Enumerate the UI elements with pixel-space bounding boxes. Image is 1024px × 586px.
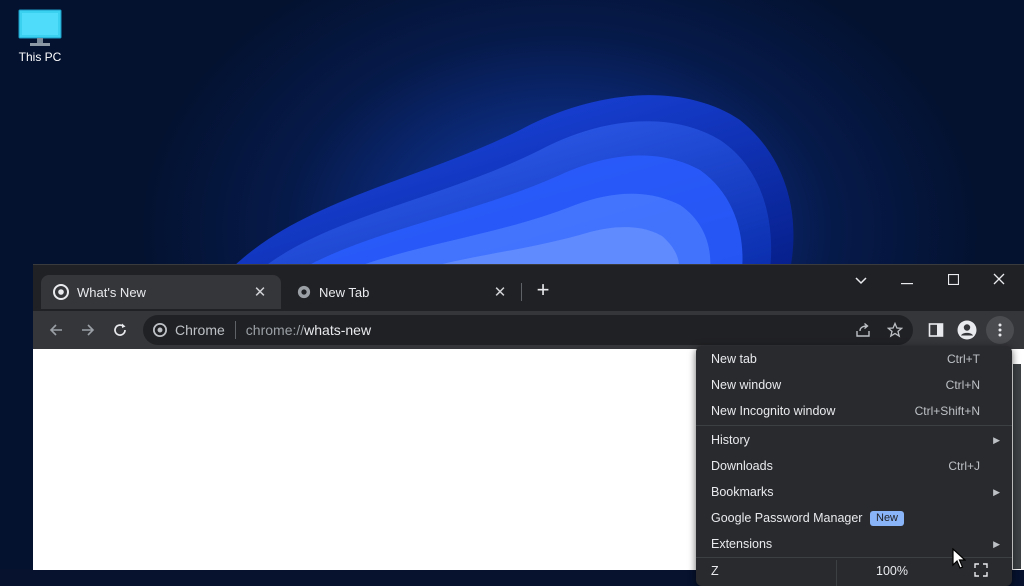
avatar-icon <box>957 320 977 340</box>
menu-item-bookmarks[interactable]: Bookmarks ▶ <box>696 479 1012 505</box>
menu-item-shortcut: Ctrl+J <box>948 459 980 473</box>
kebab-menu-icon <box>998 323 1002 337</box>
chevron-down-icon <box>855 277 867 285</box>
back-button[interactable] <box>42 316 70 344</box>
chevron-right-icon: ▶ <box>993 539 1000 549</box>
menu-item-shortcut: Ctrl+T <box>947 352 980 366</box>
share-icon[interactable] <box>853 320 873 340</box>
zoom-label: Z <box>711 564 719 578</box>
tab-label: What's New <box>77 284 146 300</box>
chrome-logo-icon <box>153 323 167 337</box>
page-scrollbar[interactable] <box>1013 364 1021 569</box>
forward-button[interactable] <box>74 316 102 344</box>
menu-item-label: History <box>711 433 750 447</box>
menu-item-label: New Incognito window <box>711 404 836 418</box>
menu-separator <box>696 425 1012 426</box>
reload-icon <box>114 323 126 336</box>
menu-item-label: Extensions <box>711 537 773 551</box>
minimize-icon <box>901 283 913 285</box>
site-info-chip[interactable]: Chrome <box>143 322 225 338</box>
menu-item-shortcut: Ctrl+N <box>945 378 980 392</box>
chevron-right-icon: ▶ <box>993 435 1000 445</box>
tab-label: New Tab <box>319 284 370 300</box>
side-panel-icon <box>928 323 944 337</box>
zoom-value: 100% <box>876 564 908 578</box>
chrome-logo-icon <box>53 284 69 300</box>
tab-strip: What's New ✕ New Tab ✕ + <box>33 265 1024 311</box>
omnibox-divider <box>234 321 236 339</box>
menu-item-downloads[interactable]: Downloads Ctrl+J <box>696 453 1012 479</box>
side-panel-button[interactable] <box>922 316 950 344</box>
arrow-left-icon <box>49 324 62 336</box>
fullscreen-icon <box>974 563 988 577</box>
menu-item-label: Bookmarks <box>711 485 774 499</box>
mouse-cursor-icon <box>952 548 966 569</box>
fullscreen-button[interactable] <box>974 563 988 580</box>
new-badge: New <box>870 511 905 526</box>
menu-item-label: Google Password Manager <box>711 511 863 525</box>
this-pc-desktop-icon[interactable]: This PC <box>12 8 68 64</box>
chrome-menu-button[interactable] <box>986 316 1014 344</box>
menu-item-label: Downloads <box>711 459 773 473</box>
url-host: whats-new <box>304 322 372 338</box>
close-window-button[interactable] <box>976 265 1022 295</box>
zoom-divider <box>836 560 837 586</box>
tab-search-button[interactable] <box>838 265 884 295</box>
site-label: Chrome <box>175 322 225 338</box>
menu-item-history[interactable]: History ▶ <box>696 427 1012 453</box>
menu-item-google-password-manager[interactable]: Google Password Manager New <box>696 505 1012 531</box>
menu-item-new-window[interactable]: New window Ctrl+N <box>696 372 1012 398</box>
menu-item-label: New window <box>711 378 782 392</box>
menu-item-new-incognito-window[interactable]: New Incognito window Ctrl+Shift+N <box>696 398 1012 424</box>
maximize-icon <box>947 273 959 286</box>
new-tab-button[interactable]: + <box>531 279 555 303</box>
close-tab-icon[interactable]: ✕ <box>251 283 269 301</box>
address-bar[interactable]: Chrome chrome://whats-new <box>143 315 913 345</box>
close-tab-icon[interactable]: ✕ <box>491 283 509 301</box>
menu-item-new-tab[interactable]: New tab Ctrl+T <box>696 346 1012 372</box>
reload-button[interactable] <box>106 316 134 344</box>
chrome-logo-icon <box>297 285 311 299</box>
close-icon <box>993 273 1005 285</box>
menu-item-shortcut: Ctrl+Shift+N <box>914 404 980 418</box>
chevron-right-icon: ▶ <box>993 487 1000 497</box>
desktop-icon-label: This PC <box>18 50 62 64</box>
maximize-button[interactable] <box>930 265 976 295</box>
minimize-button[interactable] <box>884 265 930 295</box>
tab-whats-new[interactable]: What's New ✕ <box>41 275 281 309</box>
menu-item-label: New tab <box>711 352 757 366</box>
tab-separator <box>521 283 522 301</box>
tab-new-tab[interactable]: New Tab ✕ <box>285 275 521 309</box>
url-scheme: chrome:// <box>245 322 305 338</box>
bookmark-star-icon[interactable] <box>885 320 905 340</box>
toolbar: Chrome chrome://whats-new <box>33 311 1024 349</box>
arrow-right-icon <box>82 324 95 336</box>
monitor-icon <box>18 9 62 46</box>
profile-button[interactable] <box>953 316 981 344</box>
